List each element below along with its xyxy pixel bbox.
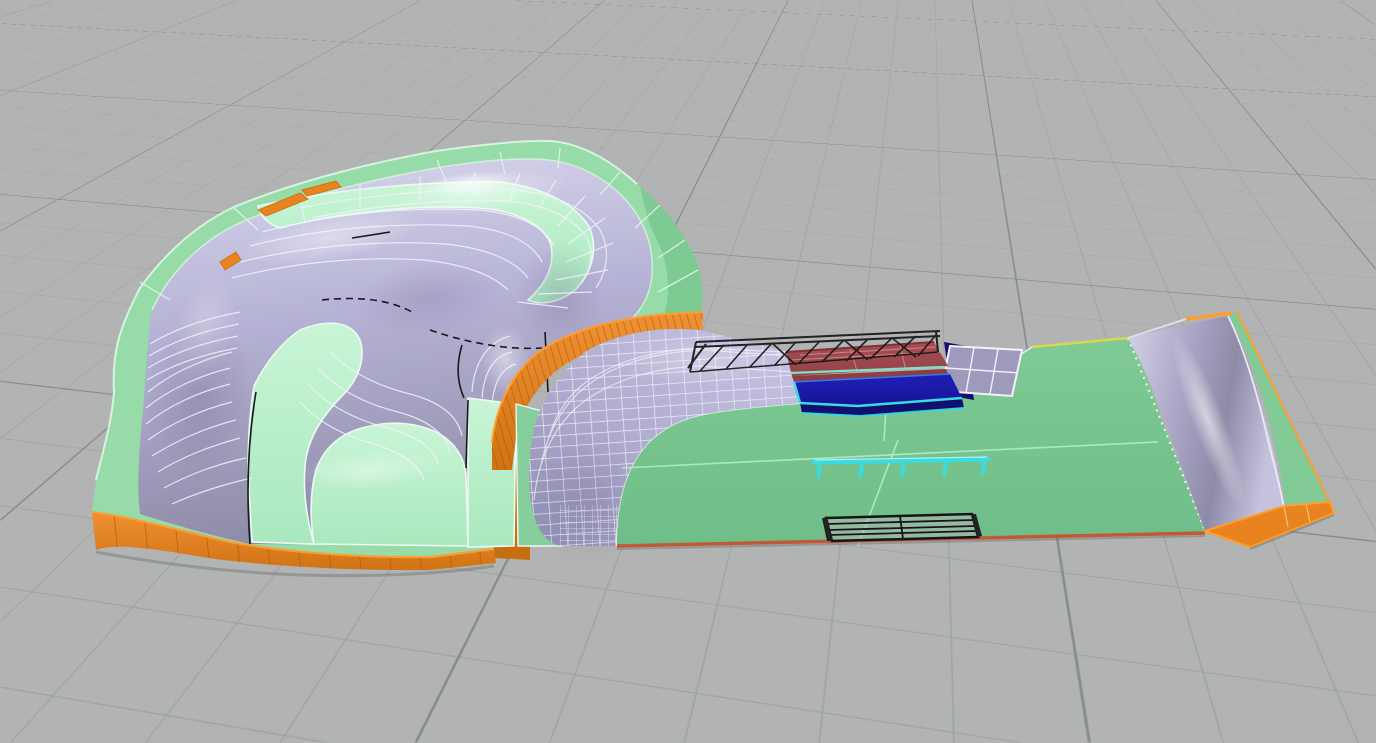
blue-ledge[interactable] (792, 373, 965, 418)
viewport-3d[interactable] (0, 0, 1376, 743)
bench-wireframe[interactable] (822, 512, 982, 543)
skatepark-model (0, 0, 1376, 743)
